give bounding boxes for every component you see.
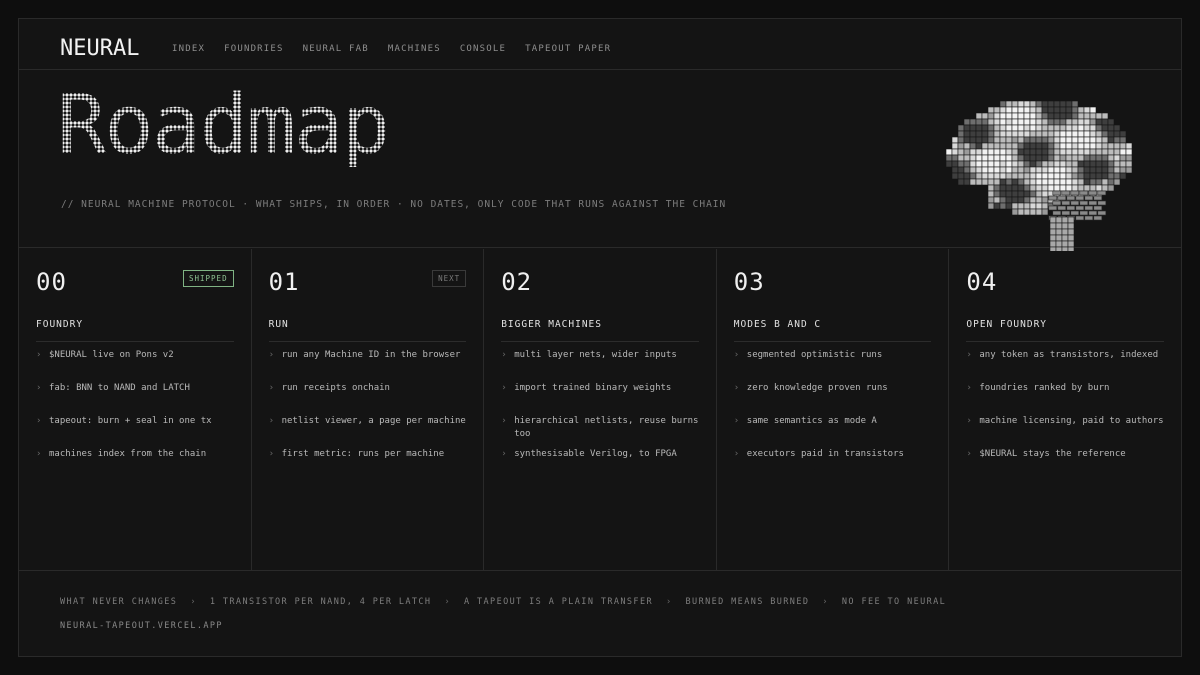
list-item: › multi layer nets, wider inputs xyxy=(501,350,677,360)
phase-number: 00 xyxy=(36,268,67,296)
roadmap-column-03: 03 MODES B AND C › segmented optimistic r… xyxy=(717,249,950,570)
invariant-item: 1 TRANSISTOR PER NAND, 4 PER LATCH xyxy=(209,597,432,607)
list-item: › hierarchical netlists, reuse burns too xyxy=(501,416,699,439)
list-item: › $NEURAL stays the reference xyxy=(966,449,1126,459)
list-item: › fab: BNN to NAND and LATCH xyxy=(36,383,190,393)
phase-number: 04 xyxy=(966,268,998,296)
chevron-right-icon: › xyxy=(36,383,42,393)
hero: Roadmap // NEURAL MACHINE PROTOCOL · WHA… xyxy=(19,71,1181,251)
invariant-item: BURNED MEANS BURNED xyxy=(685,597,810,607)
chevron-right-icon: › xyxy=(822,597,829,607)
site-url-link[interactable]: NEURAL-TAPEOUT.VERCEL.APP xyxy=(60,621,223,631)
chevron-right-icon: › xyxy=(501,416,507,426)
nav-link-index[interactable]: INDEX xyxy=(172,44,205,54)
nav-link-tapeout-paper[interactable]: TAPEOUT PAPER xyxy=(525,44,611,54)
roadmap-column-00: 00 SHIPPED FOUNDRY › $NEURAL live on Pons… xyxy=(19,249,252,570)
chevron-right-icon: › xyxy=(190,597,197,607)
roadmap-columns: 00 SHIPPED FOUNDRY › $NEURAL live on Pons… xyxy=(19,249,1181,571)
roadmap-column-02: 02 BIGGER MACHINES › multi layer nets, wi… xyxy=(484,249,717,570)
chevron-right-icon: › xyxy=(966,449,972,459)
invariant-item: NO FEE TO NEURAL xyxy=(841,597,947,607)
chevron-right-icon: › xyxy=(268,383,275,393)
phase-items: › multi layer nets, wider inputs › import … xyxy=(501,349,702,481)
roadmap-column-01: 01 NEXT RUN › run any Machine ID in the b… xyxy=(252,249,485,570)
list-item: › executors paid in transistors xyxy=(733,449,904,459)
chevron-right-icon: › xyxy=(666,597,673,607)
chevron-right-icon: › xyxy=(733,449,740,459)
list-item: › any token as transistors, indexed xyxy=(966,350,1159,360)
phase-number: 02 xyxy=(501,268,533,296)
nav-link-console[interactable]: CONSOLE xyxy=(460,44,506,54)
list-item: › segmented optimistic runs xyxy=(733,350,883,360)
chevron-right-icon: › xyxy=(501,383,507,393)
phase-items: › $NEURAL live on Pons v2 › fab: BNN to NA… xyxy=(36,349,237,481)
invariants-row: WHAT NEVER CHANGES › 1 TRANSISTOR PER NA… xyxy=(60,597,946,607)
chevron-right-icon: › xyxy=(733,350,740,360)
phase-items: › segmented optimistic runs › zero knowled… xyxy=(734,349,935,481)
list-item: › first metric: runs per machine xyxy=(268,449,445,459)
phase-number: 01 xyxy=(268,268,300,296)
nav-link-neural-fab[interactable]: NEURAL FAB xyxy=(303,44,369,54)
list-item: › machine licensing, paid to authors xyxy=(966,416,1164,426)
page-title: Roadmap xyxy=(57,78,391,173)
page-subtitle: // NEURAL MACHINE PROTOCOL · WHAT SHIPS,… xyxy=(61,199,727,210)
chevron-right-icon: › xyxy=(36,350,42,360)
status-badge: NEXT xyxy=(432,270,467,287)
phase-title: OPEN FOUNDRY xyxy=(966,319,1164,342)
chevron-right-icon: › xyxy=(444,597,451,607)
invariant-item: A TAPEOUT IS A PLAIN TRANSFER xyxy=(463,597,653,607)
chevron-right-icon: › xyxy=(268,449,275,459)
phase-title: RUN xyxy=(268,319,467,342)
list-item: › foundries ranked by burn xyxy=(966,383,1110,393)
list-item: › machines index from the chain xyxy=(36,449,207,459)
chevron-right-icon: › xyxy=(268,416,275,426)
pixel-brain-icon xyxy=(945,100,1133,251)
list-item: › same semantics as mode A xyxy=(733,416,877,426)
nav-link-machines[interactable]: MACHINES xyxy=(388,44,441,54)
list-item: › synthesisable Verilog, to FPGA xyxy=(501,449,677,459)
chevron-right-icon: › xyxy=(966,350,972,360)
invariants-label: WHAT NEVER CHANGES xyxy=(60,597,178,607)
chevron-right-icon: › xyxy=(36,449,42,459)
phase-title: FOUNDRY xyxy=(36,319,234,342)
list-item: › zero knowledge proven runs xyxy=(733,383,888,393)
top-nav: NEURAL INDEX FOUNDRIES NEURAL FAB MACHIN… xyxy=(19,19,1181,70)
chevron-right-icon: › xyxy=(501,449,507,459)
list-item: › tapeout: burn + seal in one tx xyxy=(36,416,212,426)
phase-number: 03 xyxy=(733,268,765,296)
chevron-right-icon: › xyxy=(966,383,972,393)
list-item: › run receipts onchain xyxy=(268,383,390,393)
chevron-right-icon: › xyxy=(501,350,507,360)
list-item: › import trained binary weights xyxy=(501,383,672,393)
list-item: › $NEURAL live on Pons v2 xyxy=(36,350,174,360)
chevron-right-icon: › xyxy=(733,416,740,426)
chevron-right-icon: › xyxy=(733,383,740,393)
chevron-right-icon: › xyxy=(966,416,972,426)
chevron-right-icon: › xyxy=(36,416,42,426)
list-item: › run any Machine ID in the browser xyxy=(268,350,461,360)
nav-links: INDEX FOUNDRIES NEURAL FAB MACHINES CONS… xyxy=(172,44,630,54)
phase-items: › any token as transistors, indexed › foun… xyxy=(966,349,1167,481)
phase-title: MODES B AND C xyxy=(733,319,932,342)
roadmap-column-04: 04 OPEN FOUNDRY › any token as transistor… xyxy=(949,249,1181,570)
status-badge: SHIPPED xyxy=(182,270,234,287)
chevron-right-icon: › xyxy=(268,350,275,360)
phase-title: BIGGER MACHINES xyxy=(501,319,699,342)
list-item: › netlist viewer, a page per machine xyxy=(268,416,466,426)
nav-link-foundries[interactable]: FOUNDRIES xyxy=(224,44,284,54)
phase-items: › run any Machine ID in the browser › run … xyxy=(269,349,470,481)
logo[interactable]: NEURAL xyxy=(60,36,139,61)
page-frame: NEURAL INDEX FOUNDRIES NEURAL FAB MACHIN… xyxy=(18,18,1182,657)
